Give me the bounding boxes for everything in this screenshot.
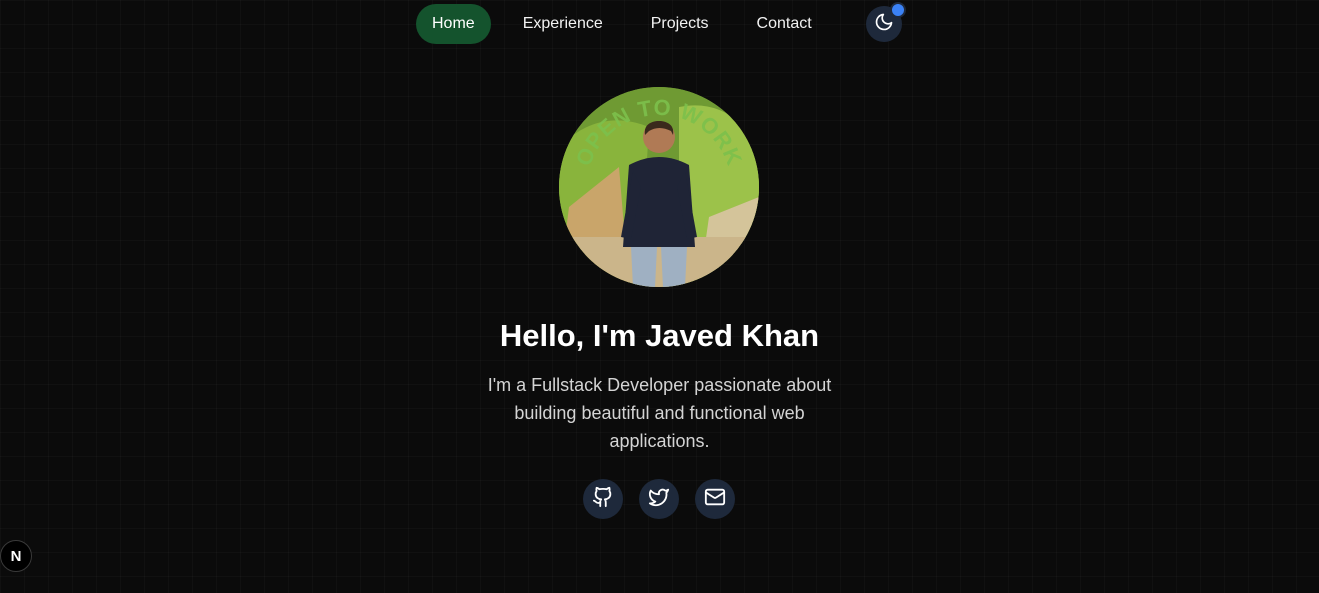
dev-badge-label: N xyxy=(10,547,22,565)
hero-subtitle: I'm a Fullstack Developer passionate abo… xyxy=(487,375,832,451)
theme-toggle-button[interactable] xyxy=(866,2,906,42)
hero-title: Hello, I'm Javed Khan xyxy=(499,318,820,353)
github-button[interactable] xyxy=(583,479,623,519)
nav-experience[interactable]: Experience xyxy=(507,4,619,44)
mail-button[interactable] xyxy=(695,479,735,519)
nav-contact[interactable]: Contact xyxy=(741,4,828,44)
profile-avatar: OPEN TO WORK xyxy=(559,87,759,287)
avatar-photo: OPEN TO WORK xyxy=(559,87,759,287)
nav-projects[interactable]: Projects xyxy=(635,4,725,44)
twitter-icon xyxy=(648,486,670,513)
github-icon xyxy=(592,486,614,513)
nav-home[interactable]: Home xyxy=(416,4,491,44)
social-links xyxy=(583,479,751,519)
dev-tools-badge[interactable]: N xyxy=(0,540,32,572)
main-nav: Home Experience Projects Contact xyxy=(416,4,828,44)
twitter-button[interactable] xyxy=(639,479,679,519)
mail-icon xyxy=(704,486,726,513)
notification-dot xyxy=(890,2,906,18)
